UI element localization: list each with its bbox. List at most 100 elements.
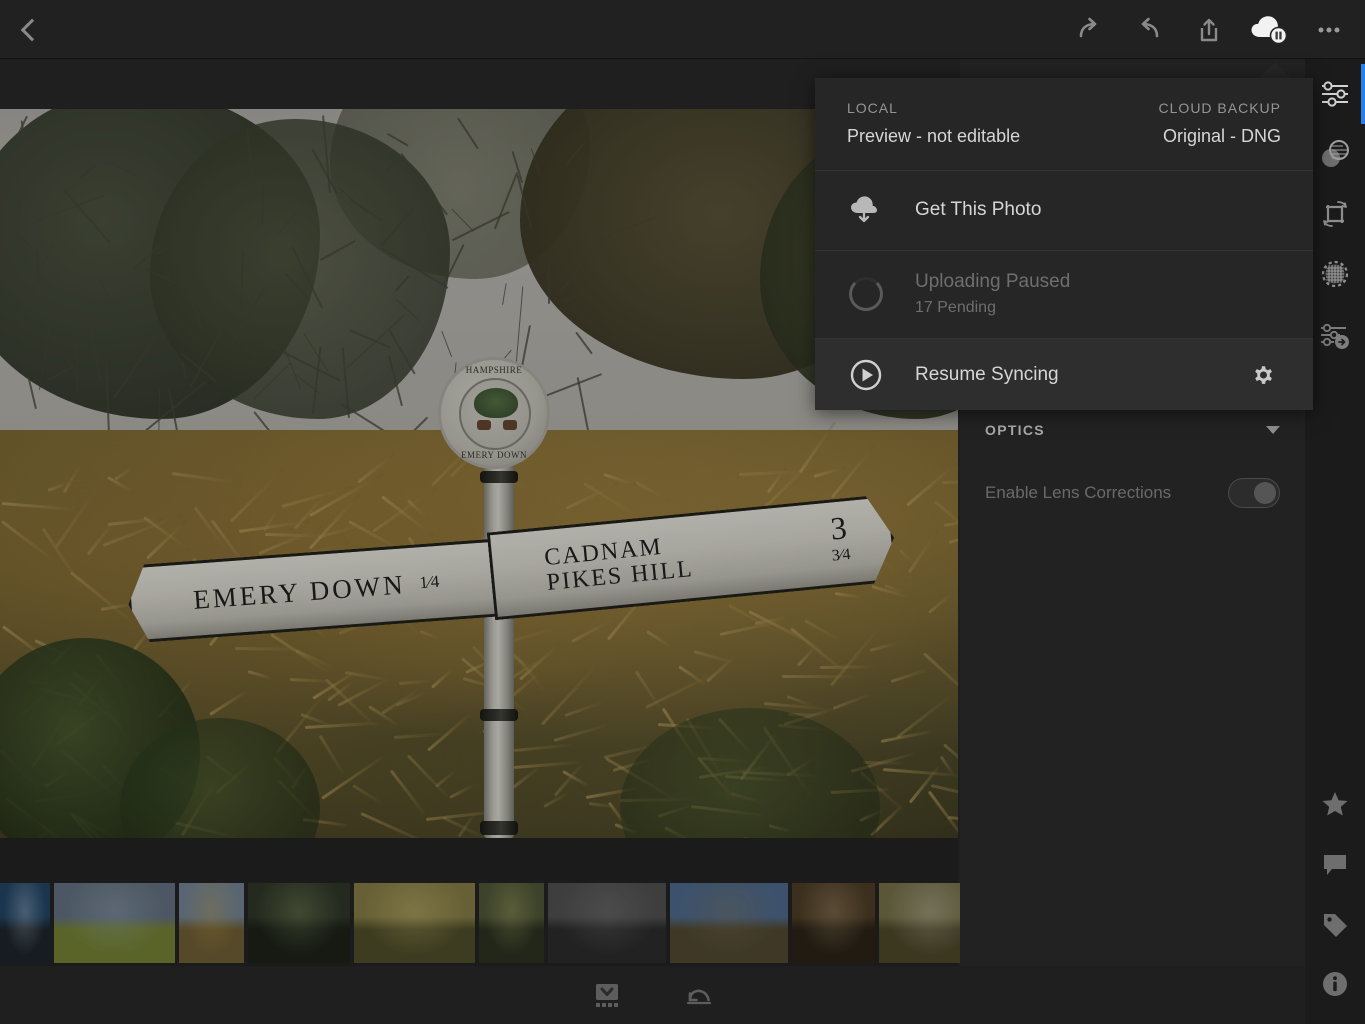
thumb-dark-forest-sunburst[interactable] bbox=[248, 883, 350, 963]
thumb-tint bbox=[479, 883, 544, 963]
thumb-tint bbox=[792, 883, 875, 963]
star-rating-icon bbox=[1320, 789, 1350, 819]
signpost-collar bbox=[480, 471, 518, 483]
thumb-autumn-tree-sky[interactable] bbox=[179, 883, 244, 963]
thumb-tint bbox=[248, 883, 350, 963]
sidebar-item-info[interactable] bbox=[1305, 954, 1365, 1014]
sidebar-item-keywords[interactable] bbox=[1305, 894, 1365, 954]
sign-right-distance-2: 3⁄4 bbox=[831, 546, 851, 566]
back-button[interactable] bbox=[10, 8, 54, 52]
sign-right-places: CADNAM PIKES HILL bbox=[543, 532, 694, 596]
cloud-sync-status-button[interactable] bbox=[1239, 0, 1299, 59]
masking-icon bbox=[1318, 257, 1352, 291]
resume-syncing-row[interactable]: Resume Syncing bbox=[815, 339, 1313, 410]
lightroom-edit-screen: HAMPSHIRE EMERY DOWN EMERY DOWN 1⁄4 CADN… bbox=[0, 0, 1365, 1024]
thumb-tint bbox=[0, 883, 50, 963]
top-toolbar bbox=[0, 0, 1365, 59]
sidebar-item-crop[interactable] bbox=[1305, 184, 1365, 244]
play-icon bbox=[847, 358, 885, 392]
upload-status-title: Uploading Paused bbox=[915, 271, 1070, 293]
roundel-top-text: HAMPSHIRE bbox=[441, 365, 547, 375]
info-icon bbox=[1320, 969, 1350, 999]
thumb-woodland-rays[interactable] bbox=[479, 883, 544, 963]
enable-lens-corrections-row[interactable]: Enable Lens Corrections bbox=[960, 462, 1305, 524]
healing-icon bbox=[1318, 137, 1352, 171]
enable-lens-corrections-toggle[interactable] bbox=[1228, 478, 1280, 508]
thumb-tint bbox=[179, 883, 244, 963]
sync-settings-button[interactable] bbox=[1245, 357, 1281, 393]
right-tool-rail bbox=[1305, 59, 1365, 1024]
crop-icon bbox=[1318, 197, 1352, 231]
filmstrip-toggle-icon bbox=[592, 980, 622, 1010]
active-tab-indicator bbox=[1361, 64, 1365, 124]
filmstrip[interactable] bbox=[0, 838, 958, 986]
thumb-tint bbox=[354, 883, 475, 963]
toggle-knob bbox=[1254, 482, 1276, 504]
undo-button[interactable] bbox=[1119, 0, 1179, 59]
cloud-value: Original - DNG bbox=[1159, 126, 1281, 147]
local-caption: LOCAL bbox=[847, 100, 1020, 116]
upload-status-pending: 17 Pending bbox=[915, 299, 1070, 317]
tag-icon bbox=[1320, 909, 1350, 939]
thumb-tint bbox=[54, 883, 175, 963]
more-icon bbox=[1314, 15, 1344, 45]
thumb-chapel-interior[interactable] bbox=[792, 883, 875, 963]
sign-left-place: EMERY DOWN bbox=[192, 569, 406, 615]
optics-section-header[interactable]: OPTICS bbox=[960, 404, 1305, 456]
signpost-collar bbox=[480, 709, 518, 721]
sidebar-item-healing[interactable] bbox=[1305, 124, 1365, 184]
popup-pointer bbox=[1258, 62, 1292, 79]
chevron-left-icon bbox=[21, 19, 44, 42]
cloud-download-icon bbox=[847, 195, 885, 225]
get-this-photo-label: Get This Photo bbox=[915, 199, 1041, 221]
presets-icon bbox=[1318, 317, 1352, 351]
cloud-caption: CLOUD BACKUP bbox=[1159, 100, 1281, 116]
comment-icon bbox=[1320, 849, 1350, 879]
reset-button[interactable] bbox=[673, 970, 725, 1020]
upload-status-text: Uploading Paused 17 Pending bbox=[915, 271, 1070, 317]
gear-icon bbox=[1249, 361, 1277, 389]
sign-right-distance-1: 3 bbox=[828, 509, 850, 548]
redo-icon bbox=[1074, 15, 1104, 45]
enable-lens-corrections-label: Enable Lens Corrections bbox=[985, 483, 1171, 503]
share-button[interactable] bbox=[1179, 0, 1239, 59]
thumb-modern-arch-building[interactable] bbox=[548, 883, 666, 963]
thumb-forest-sunlight[interactable] bbox=[354, 883, 475, 963]
rail-top-group bbox=[1305, 64, 1365, 364]
sidebar-item-masking[interactable] bbox=[1305, 244, 1365, 304]
bottom-toolbar-actions bbox=[581, 966, 725, 1024]
rail-bottom-group bbox=[1305, 774, 1365, 1014]
get-this-photo-row[interactable]: Get This Photo bbox=[815, 170, 1313, 250]
thumb-harbour-boats[interactable] bbox=[0, 883, 50, 963]
filmstrip-thumbnails bbox=[0, 883, 1093, 963]
cloud-paused-icon bbox=[1248, 13, 1290, 47]
thumb-tint bbox=[548, 883, 666, 963]
signpost-collar bbox=[480, 821, 518, 835]
edit-sliders-icon bbox=[1318, 77, 1352, 111]
more-options-button[interactable] bbox=[1299, 0, 1359, 59]
signpost-roundel: HAMPSHIRE EMERY DOWN bbox=[438, 357, 550, 469]
resume-syncing-label: Resume Syncing bbox=[915, 364, 1059, 386]
local-value: Preview - not editable bbox=[847, 126, 1020, 147]
sidebar-item-comments[interactable] bbox=[1305, 834, 1365, 894]
sidebar-item-edit[interactable] bbox=[1305, 64, 1365, 124]
thumb-stone-church[interactable] bbox=[670, 883, 788, 963]
sync-popup-header: LOCAL Preview - not editable CLOUD BACKU… bbox=[815, 78, 1313, 170]
roundel-text: HAMPSHIRE EMERY DOWN bbox=[441, 360, 547, 466]
local-status: LOCAL Preview - not editable bbox=[847, 100, 1020, 147]
cloud-backup-status: CLOUD BACKUP Original - DNG bbox=[1159, 100, 1281, 147]
thumb-green-field[interactable] bbox=[54, 883, 175, 963]
filmstrip-toggle-button[interactable] bbox=[581, 970, 633, 1020]
sidebar-item-rating[interactable] bbox=[1305, 774, 1365, 834]
thumb-tint bbox=[670, 883, 788, 963]
sync-status-popup: LOCAL Preview - not editable CLOUD BACKU… bbox=[815, 78, 1313, 410]
chevron-down-icon bbox=[1266, 426, 1280, 434]
roundel-bottom-text: EMERY DOWN bbox=[441, 450, 547, 460]
sidebar-item-presets[interactable] bbox=[1305, 304, 1365, 364]
branch-twig bbox=[547, 264, 549, 304]
share-icon bbox=[1194, 15, 1224, 45]
top-toolbar-actions bbox=[1059, 0, 1359, 59]
reset-icon bbox=[684, 980, 714, 1010]
redo-button[interactable] bbox=[1059, 0, 1119, 59]
signpost-pole bbox=[484, 465, 514, 838]
